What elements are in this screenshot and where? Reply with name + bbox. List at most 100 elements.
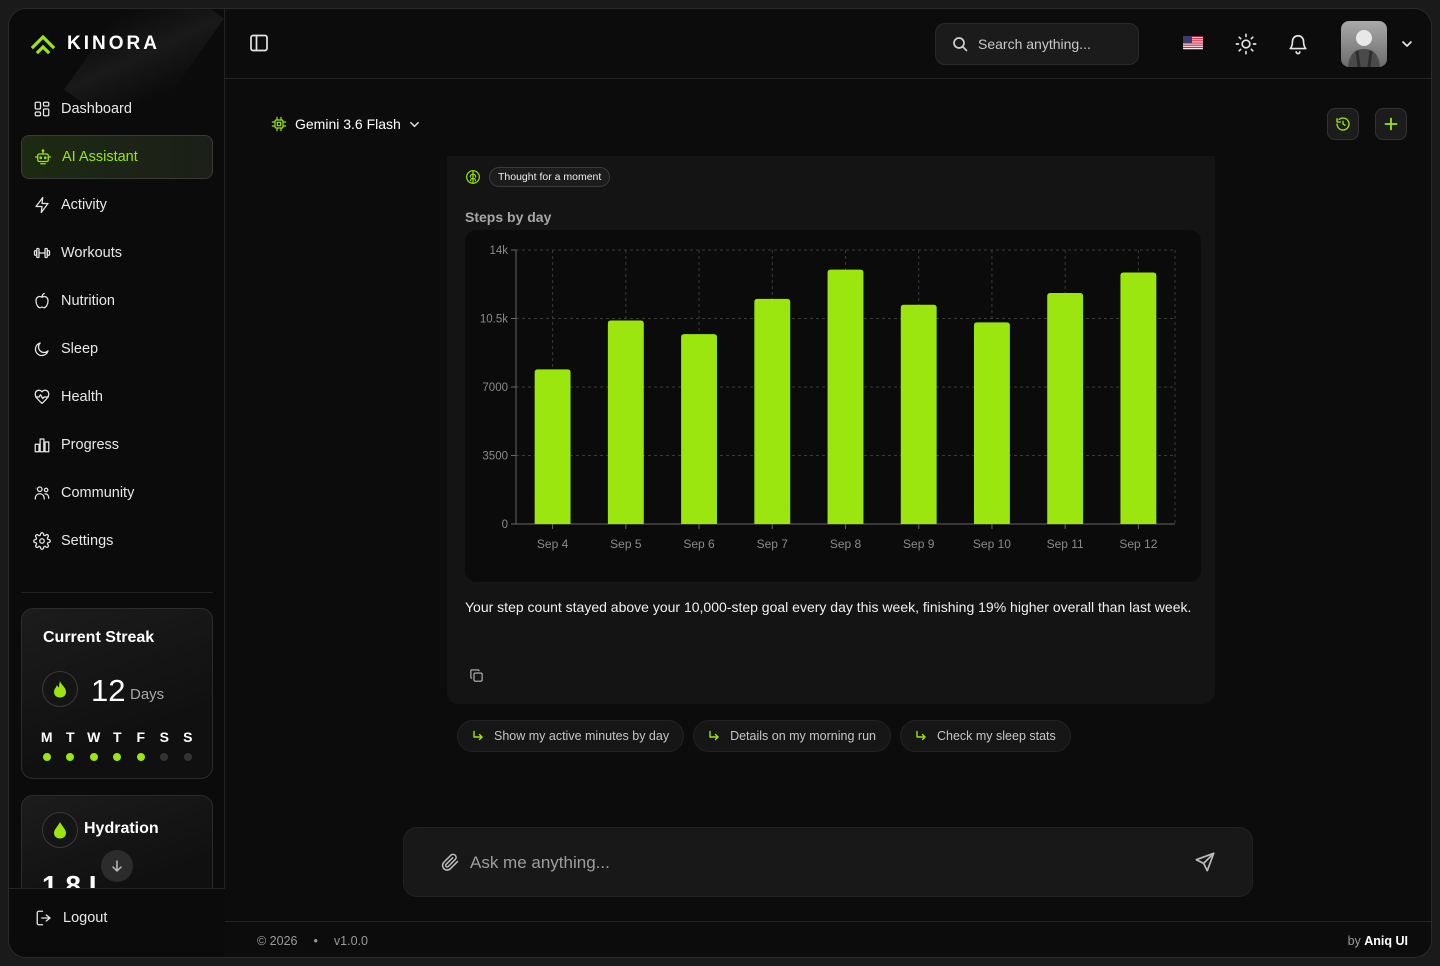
corner-arrow-icon [709,730,719,741]
plus-icon [1384,117,1398,131]
streak-day-dot [136,753,145,761]
hydration-badge [42,812,78,848]
sidebar-item-ai-assistant[interactable]: AI Assistant [21,135,213,179]
sidebar-panel-icon [250,34,268,52]
send-button[interactable] [1194,851,1216,878]
assistant-message: Thought for a moment Steps by day 0 3500 7… [447,156,1215,704]
us-flag-icon[interactable] [1183,36,1203,50]
suggestion-chip[interactable]: Show my active minutes by day [457,720,685,752]
streak-count: 12 [91,673,126,708]
account-menu-toggle[interactable] [1401,37,1413,55]
streak-day-letter: T [65,729,75,745]
dashboard-icon [34,101,50,117]
x-tick-label: Sep 12 [1119,537,1157,551]
suggestion-chip[interactable]: Details on my morning run [693,720,891,752]
search-box[interactable]: Search anything... [935,23,1139,65]
sidebar-divider [21,592,213,593]
streak-day-letter: W [87,729,101,745]
copyright-year: © 2026 [257,934,298,948]
brain-icon [466,170,480,184]
sidebar-footer: Logout [9,888,225,957]
brand-logo[interactable]: KINORA [31,33,160,55]
streak-day-letter: S [159,729,169,745]
sidebar-nav: Dashboard AI Assistant Activity Workouts Nut… [21,87,213,567]
sidebar-item-sleep[interactable]: Sleep [21,327,213,371]
sidebar-item-dashboard[interactable]: Dashboard [21,87,213,131]
y-tick-label: 3500 [482,451,508,463]
history-button[interactable] [1327,108,1359,140]
robot-icon [34,149,52,165]
x-tick-label: Sep 7 [757,537,789,551]
streak-day-letter: F [136,729,146,745]
sidebar-item-label: AI Assistant [62,149,138,165]
sun-icon [1235,33,1257,55]
streak-title: Current Streak [43,629,155,646]
sidebar-item-label: Progress [61,437,120,453]
credit-author-link[interactable]: Aniq UI [1364,934,1408,948]
model-selector[interactable]: Gemini 3.6 Flash [271,116,420,132]
hydration-title: Hydration [84,820,159,837]
chart-bar [1047,293,1084,524]
sidebar-item-label: Sleep [61,341,99,357]
sidebar-toggle-button[interactable] [249,33,269,58]
streak-day-dot [42,753,51,761]
sidebar-item-label: Dashboard [61,101,132,117]
sidebar-item-progress[interactable]: Progress [21,423,213,467]
suggestion-label: Check my sleep stats [936,729,1056,743]
logout-icon [36,910,51,926]
notifications-button[interactable] [1287,33,1309,60]
chart-bar [681,334,717,524]
scroll-down-button[interactable] [101,850,133,882]
kinora-logo-icon [31,34,55,55]
thought-label: Thought for a moment [489,167,611,187]
brand-name: KINORA [67,33,160,54]
x-tick-label: Sep 8 [830,537,862,551]
chart-bar [754,298,791,524]
chip-icon [271,116,287,132]
sidebar-item-settings[interactable]: Settings [21,519,213,563]
sidebar: KINORA Dashboard AI Assistant Activity Work… [9,9,225,957]
footer-separator: • [313,934,318,948]
copy-button[interactable] [469,668,484,688]
streak-day: S [153,729,177,761]
chat-composer [403,827,1253,897]
new-chat-button[interactable] [1375,108,1407,140]
chat-input[interactable] [470,848,1170,878]
streak-day-letter: M [40,729,53,745]
sidebar-item-workouts[interactable]: Workouts [21,231,213,275]
sidebar-item-label: Community [61,485,135,501]
water-drop-icon [54,822,66,839]
theme-toggle-button[interactable] [1235,33,1257,60]
attach-button[interactable] [440,852,460,877]
streak-day: W [82,729,106,761]
user-avatar[interactable] [1341,21,1387,67]
x-tick-label: Sep 9 [903,537,935,551]
model-name: Gemini 3.6 Flash [295,116,401,132]
chart-bar [1120,272,1157,524]
chart-bar [534,369,571,524]
credit-prefix: by [1347,934,1361,948]
corner-arrow-icon [916,730,926,741]
steps-chart: 0 3500 7000 10.5k 14k Sep 4 Sep 5 Sep 6 Sep 7 Sep… [465,230,1201,582]
search-icon [953,37,968,52]
sidebar-item-activity[interactable]: Activity [21,183,213,227]
moon-icon [34,342,49,357]
paperclip-icon [441,853,459,871]
y-tick-label: 0 [502,519,508,531]
sidebar-item-nutrition[interactable]: Nutrition [21,279,213,323]
thought-indicator[interactable]: Thought for a moment [465,167,611,187]
y-tick-label: 14k [489,245,508,257]
bolt-icon [35,196,49,214]
arrow-down-icon [112,860,122,872]
corner-arrow-icon [473,730,483,741]
streak-day: T [106,729,130,761]
history-icon [1336,117,1350,131]
streak-day-letter: T [112,729,122,745]
sidebar-item-community[interactable]: Community [21,471,213,515]
gear-icon [33,532,51,550]
sidebar-item-health[interactable]: Health [21,375,213,419]
streak-week: MTWTFSS [35,729,200,761]
suggestion-chip[interactable]: Check my sleep stats [899,720,1071,752]
logout-button[interactable]: Logout [35,909,107,927]
chart-bar [607,320,644,524]
